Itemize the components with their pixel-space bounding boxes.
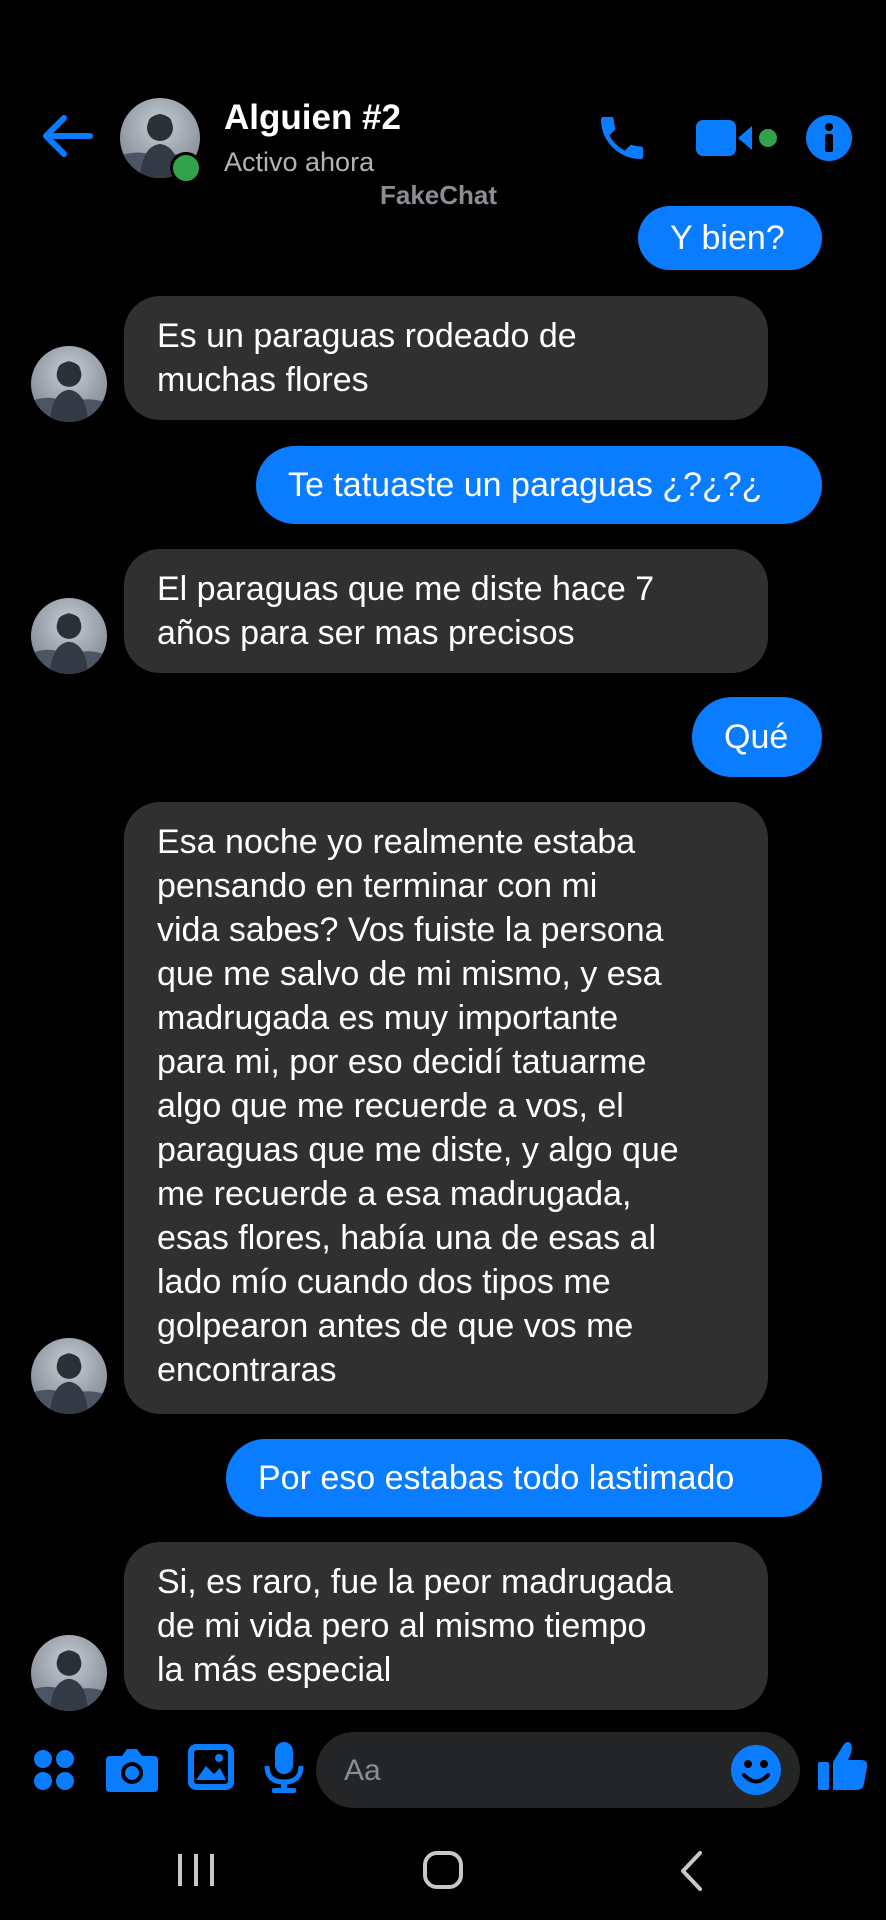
message-line: golpearon antes de que vos me [157, 1307, 634, 1345]
message-text: Te tatuaste un paraguas ¿?¿?¿ [288, 466, 763, 504]
message-line: de mi vida pero al mismo tiempo [157, 1607, 647, 1645]
message-line: algo que me recuerde a vos, el [157, 1087, 624, 1125]
emoji-icon[interactable] [730, 1744, 782, 1796]
message-line: muchas flores [157, 361, 369, 399]
watermark-label: FakeChat [380, 180, 498, 210]
message-line: Esa noche yo realmente estaba [157, 823, 636, 861]
message-line: años para ser mas precisos [157, 614, 575, 652]
contact-status: Activo ahora [224, 147, 375, 177]
apps-grid-icon[interactable] [32, 1748, 76, 1792]
message-line: Es un paraguas rodeado de [157, 317, 577, 355]
back-arrow-icon[interactable] [40, 112, 96, 160]
video-camera-icon[interactable] [696, 116, 782, 160]
recent-apps-icon[interactable] [176, 1852, 216, 1888]
image-icon[interactable] [188, 1744, 234, 1790]
message-line: pensando en terminar con mi [157, 867, 598, 905]
message-line: que me salvo de mi mismo, y esa [157, 955, 662, 993]
message-line: vida sabes? Vos fuiste la persona [157, 911, 664, 949]
message-received[interactable]: Es un paraguas rodeado de muchas flores [124, 296, 768, 420]
camera-icon[interactable] [106, 1746, 158, 1792]
avatar[interactable] [31, 1338, 107, 1414]
message-line: Si, es raro, fue la peor madrugada [157, 1563, 673, 1601]
message-line: esas flores, había una de esas al [157, 1219, 656, 1257]
message-sent[interactable]: Te tatuaste un paraguas ¿?¿?¿ [256, 446, 822, 524]
message-text: Qué [724, 718, 789, 756]
info-icon[interactable] [805, 114, 853, 162]
message-received[interactable]: El paraguas que me diste hace 7 años par… [124, 549, 768, 673]
message-sent[interactable]: Y bien? [638, 206, 822, 270]
message-received[interactable]: Si, es raro, fue la peor madrugada de mi… [124, 1542, 768, 1710]
message-input-field[interactable] [316, 1732, 800, 1808]
avatar[interactable] [31, 598, 107, 674]
message-line: la más especial [157, 1651, 392, 1689]
back-nav-icon[interactable] [678, 1850, 704, 1892]
message-text: Por eso estabas todo lastimado [258, 1459, 735, 1497]
message-line: madrugada es muy importante [157, 999, 619, 1037]
message-text: Y bien? [670, 219, 785, 257]
message-sent[interactable]: Por eso estabas todo lastimado [226, 1439, 822, 1517]
contact-name[interactable]: Alguien #2 [224, 98, 401, 138]
phone-icon[interactable] [594, 110, 650, 166]
message-line: El paraguas que me diste hace 7 [157, 570, 655, 608]
avatar[interactable] [31, 346, 107, 422]
home-icon[interactable] [422, 1850, 464, 1890]
message-line: encontraras [157, 1351, 337, 1389]
online-indicator [170, 152, 202, 184]
message-line: para mi, por eso decidí tatuarme [157, 1043, 647, 1081]
message-line: paraguas que me diste, y algo que [157, 1131, 679, 1169]
microphone-icon[interactable] [264, 1742, 304, 1794]
message-line: lado mío cuando dos tipos me [157, 1263, 611, 1301]
message-line: me recuerde a esa madrugada, [157, 1175, 632, 1213]
message-received[interactable]: Esa noche yo realmente estaba pensando e… [124, 802, 768, 1414]
message-sent[interactable]: Qué [692, 697, 822, 777]
thumbs-up-icon[interactable] [818, 1740, 868, 1792]
message-input[interactable] [342, 1744, 706, 1798]
avatar[interactable] [31, 1635, 107, 1711]
